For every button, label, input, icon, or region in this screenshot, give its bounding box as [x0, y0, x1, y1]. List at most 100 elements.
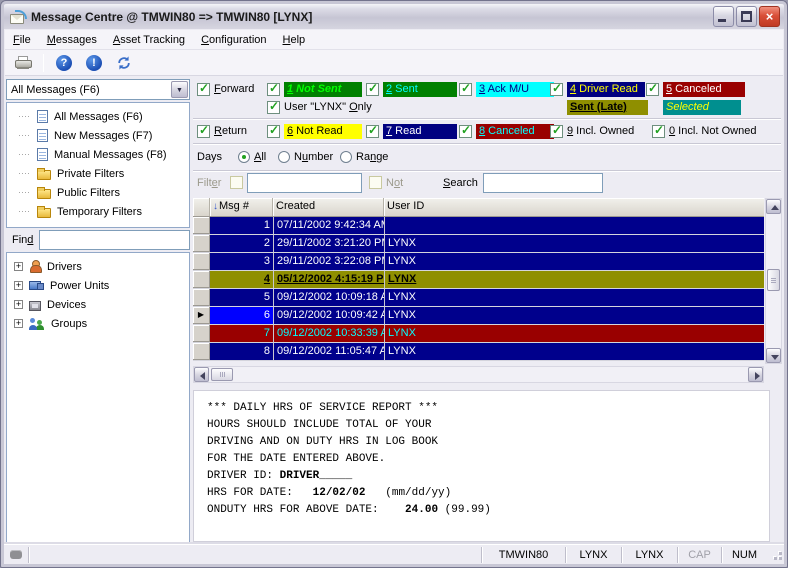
ack-checkbox[interactable]: ✓ [459, 83, 472, 96]
forward-checkbox[interactable]: ✓ [197, 83, 210, 96]
chevron-down-icon[interactable]: ▼ [171, 81, 188, 98]
table-row[interactable]: 5 09/12/2002 10:09:18 AM LYNX [193, 289, 764, 307]
column-header-created[interactable]: Created [273, 198, 384, 216]
row-selector[interactable] [193, 343, 210, 360]
filter-input[interactable] [247, 173, 362, 193]
vertical-scrollbar[interactable] [765, 198, 782, 364]
not-read-checkbox[interactable]: ✓ [267, 125, 280, 138]
expand-icon[interactable]: + [14, 319, 23, 328]
horizontal-scrollbar[interactable] [193, 366, 764, 383]
canceled-checkbox[interactable]: ✓ [646, 83, 659, 96]
cell-userid: LYNX [384, 271, 764, 288]
column-header-msg[interactable]: ↓Msg # [210, 198, 273, 216]
find-input[interactable] [39, 230, 190, 250]
days-all-option: All [238, 149, 266, 165]
folder-icon [37, 189, 51, 199]
not-read-label: 6 Not Read [284, 124, 362, 139]
tree-item-public-filters[interactable]: Public Filters [7, 183, 189, 202]
column-header-userid[interactable]: User ID [384, 198, 764, 216]
driver-read-checkbox[interactable]: ✓ [550, 83, 563, 96]
scroll-down-button[interactable] [766, 348, 781, 363]
incl-owned-checkbox[interactable]: ✓ [550, 125, 563, 138]
return-checkbox[interactable]: ✓ [197, 125, 210, 138]
scrollbar-thumb[interactable] [211, 368, 233, 381]
expand-icon[interactable]: + [14, 262, 23, 271]
menu-configuration[interactable]: Configuration [193, 31, 274, 49]
read-checkbox[interactable]: ✓ [366, 125, 379, 138]
sent-checkbox[interactable]: ✓ [366, 83, 379, 96]
row-selector[interactable] [193, 235, 210, 252]
tree-item-devices[interactable]: +Devices [7, 295, 189, 314]
incl-owned-label: 9 Incl. Owned [567, 125, 634, 137]
tree-item-drivers[interactable]: +Drivers [7, 257, 189, 276]
sent-label: 2 Sent [383, 82, 457, 97]
row-selector[interactable] [193, 325, 210, 342]
table-row-selected[interactable]: 4 05/12/2002 4:15:19 PM LYNX [193, 271, 764, 289]
read-label: 7 Read [383, 124, 457, 139]
tree-item-new-messages[interactable]: New Messages (F7) [7, 126, 189, 145]
user-only-checkbox[interactable]: ✓ [267, 101, 280, 114]
message-preview[interactable]: *** DAILY HRS OF SERVICE REPORT *** HOUR… [193, 390, 770, 542]
tree-item-manual-messages[interactable]: Manual Messages (F8) [7, 145, 189, 164]
tree-item-groups[interactable]: +Groups [7, 314, 189, 333]
titlebar[interactable]: Message Centre @ TMWIN80 => TMWIN80 [LYN… [4, 4, 784, 29]
cell-userid: LYNX [384, 235, 764, 252]
close-button[interactable]: × [759, 6, 780, 27]
filter-checkbox[interactable]: ✓ [230, 176, 243, 189]
minimize-button[interactable] [713, 6, 734, 27]
tree-item-power-units[interactable]: +Power Units [7, 276, 189, 295]
status-panel-session: LYNX [621, 547, 677, 563]
tree-item-private-filters[interactable]: Private Filters [7, 164, 189, 183]
row-selector[interactable] [193, 217, 210, 234]
scrollbar-thumb[interactable] [767, 269, 780, 291]
status-panel-caps: CAP [677, 547, 721, 563]
table-row[interactable]: 7 09/12/2002 10:33:39 AM LYNX [193, 325, 764, 343]
incl-not-owned-checkbox[interactable]: ✓ [652, 125, 665, 138]
table-row[interactable]: 3 29/11/2002 3:22:08 PM LYNX [193, 253, 764, 271]
help-button[interactable]: ? [52, 52, 76, 74]
row-selector[interactable] [193, 289, 210, 306]
filter-dropdown[interactable]: All Messages (F6) ▼ [6, 79, 190, 100]
menu-asset-tracking[interactable]: Asset Tracking [105, 31, 193, 49]
truck-icon [29, 280, 44, 291]
radio-range[interactable] [340, 151, 352, 163]
resize-grip[interactable] [769, 547, 784, 562]
read-filter: ✓ 7 Read [366, 123, 457, 139]
menu-help[interactable]: Help [275, 31, 314, 49]
menu-messages[interactable]: Messages [39, 31, 105, 49]
refresh-button[interactable] [112, 52, 136, 74]
scroll-left-button[interactable] [194, 367, 209, 382]
sent-filter: ✓ 2 Sent [366, 81, 457, 97]
table-row[interactable]: 2 29/11/2002 3:21:20 PM LYNX [193, 235, 764, 253]
radio-range-label: Range [356, 151, 388, 163]
radio-all[interactable] [238, 151, 250, 163]
tree-item-temporary-filters[interactable]: Temporary Filters [7, 202, 189, 221]
status-panel-num: NUM [721, 547, 767, 563]
canceled-filter: ✓ 5 Canceled [646, 81, 745, 97]
days-range-option: Range [340, 149, 388, 165]
maximize-icon [741, 11, 752, 22]
not-sent-checkbox[interactable]: ✓ [267, 83, 280, 96]
scroll-right-button[interactable] [748, 367, 763, 382]
table-row[interactable]: 8 09/12/2002 11:05:47 AM LYNX [193, 343, 764, 361]
table-row[interactable]: 1 07/11/2002 9:42:34 AM [193, 217, 764, 235]
table-row-current[interactable]: ▶ 6 09/12/2002 10:09:42 AM LYNX [193, 307, 764, 325]
canceled2-checkbox[interactable]: ✓ [459, 125, 472, 138]
expand-icon[interactable]: + [14, 281, 23, 290]
filters-tree: All Messages (F6) New Messages (F7) Manu… [6, 102, 190, 228]
not-checkbox[interactable]: ✓ [369, 176, 382, 189]
row-selector[interactable] [193, 271, 210, 288]
expand-icon[interactable]: + [14, 300, 23, 309]
row-selector[interactable] [193, 253, 210, 270]
menu-file[interactable]: File [5, 31, 39, 49]
toolbar: ? ! [5, 50, 783, 76]
cell-created: 29/11/2002 3:22:08 PM [273, 253, 384, 270]
search-input[interactable] [483, 173, 603, 193]
row-selector-arrow[interactable]: ▶ [193, 307, 210, 324]
about-button[interactable]: ! [82, 52, 106, 74]
scroll-up-button[interactable] [766, 199, 781, 214]
tree-item-all-messages[interactable]: All Messages (F6) [7, 107, 189, 126]
print-button[interactable] [11, 52, 35, 74]
maximize-button[interactable] [736, 6, 757, 27]
radio-number[interactable] [278, 151, 290, 163]
